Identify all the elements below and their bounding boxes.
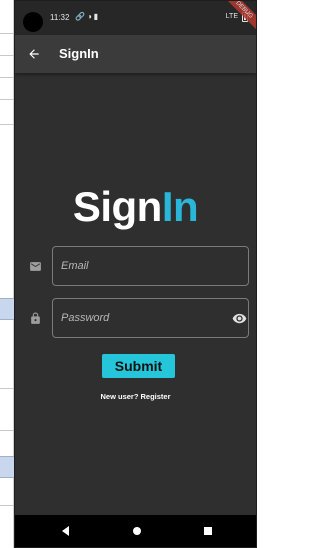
background-highlight-row — [0, 456, 14, 478]
square-recents-icon — [204, 527, 212, 535]
nav-back-button[interactable] — [58, 523, 74, 539]
background-divider — [0, 33, 14, 34]
register-link[interactable]: New user? Register — [15, 392, 256, 401]
page-title: SignIn — [59, 46, 99, 61]
logo-text-primary: Sign — [72, 183, 163, 230]
email-row — [25, 246, 250, 286]
system-nav-bar — [15, 515, 256, 547]
status-time: 11:32 — [50, 13, 70, 22]
nav-recents-button[interactable] — [200, 523, 216, 539]
arrow-left-icon — [29, 49, 39, 59]
email-field[interactable] — [52, 246, 249, 286]
background-divider — [0, 124, 14, 125]
lock-icon — [27, 310, 43, 326]
logo-text-accent: In — [161, 183, 199, 230]
password-row — [25, 298, 250, 338]
triangle-back-icon — [62, 526, 69, 536]
camera-cutout — [23, 12, 43, 32]
background-page-strip — [0, 0, 14, 548]
eye-icon — [232, 313, 246, 323]
background-divider — [0, 505, 14, 506]
circle-home-icon — [133, 527, 141, 535]
background-divider — [0, 77, 14, 78]
phone-screen: 11:32 🔗◑▮ LTE DEBUG SignIn SignIn Email … — [14, 0, 257, 548]
signin-logo: SignIn — [15, 183, 256, 231]
submit-button[interactable]: Submit — [102, 354, 175, 378]
background-divider — [0, 430, 14, 431]
background-divider — [0, 388, 14, 389]
app-bar: SignIn — [15, 35, 256, 73]
background-highlight-row — [0, 298, 14, 320]
toggle-password-visibility-button[interactable] — [230, 310, 248, 326]
background-divider — [0, 55, 14, 56]
notification-icons: 🔗◑▮ — [75, 12, 101, 21]
network-indicator: LTE — [225, 13, 238, 20]
status-bar: 11:32 🔗◑▮ LTE DEBUG — [15, 1, 256, 35]
background-divider — [0, 99, 14, 100]
back-button[interactable] — [23, 43, 45, 65]
password-field[interactable] — [52, 298, 249, 338]
nav-home-button[interactable] — [129, 523, 145, 539]
mail-icon — [27, 258, 43, 274]
